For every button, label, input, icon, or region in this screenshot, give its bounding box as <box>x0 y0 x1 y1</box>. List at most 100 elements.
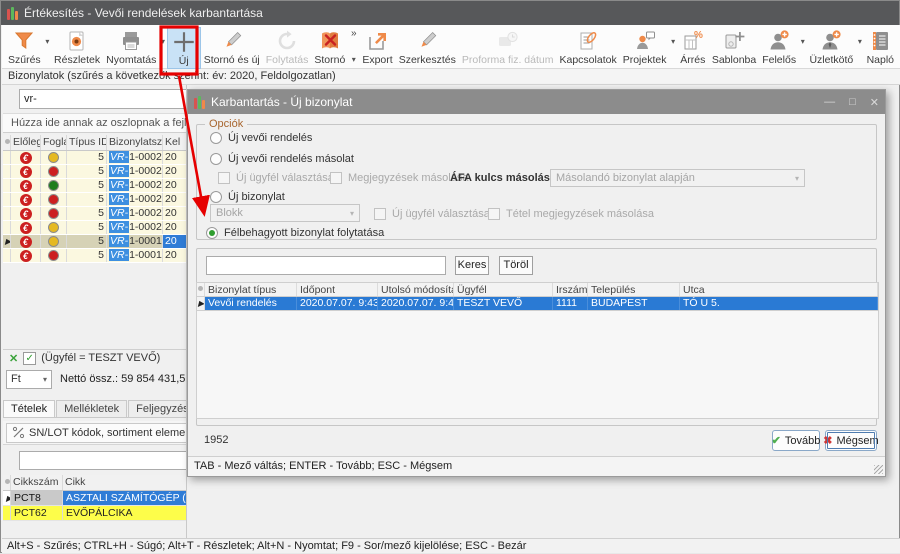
toolbar-button-projektek[interactable]: Projektek <box>620 27 670 67</box>
table-row[interactable]: € 5 VR-1-000146 20 <box>3 249 187 263</box>
orders-table-header[interactable]: Előleg Foglalá Típus ID Bizonylatszám Ke… <box>3 135 187 151</box>
toolbar-button-storno-es-uj[interactable]: Stornó és új <box>201 27 263 67</box>
book-x-icon <box>317 28 343 54</box>
radio-continue-unfinished[interactable]: Félbehagyott bizonylat folytatása <box>206 226 384 240</box>
status-bar: Alt+S - Szűrés; CTRL+H - Súgó; Alt+T - R… <box>2 538 900 553</box>
toolbar-button-uzletkoto[interactable]: Üzletkötő <box>806 27 856 67</box>
doc-plus-icon <box>721 28 747 54</box>
status-dot-icon <box>48 208 59 219</box>
snlot-icon <box>12 426 25 439</box>
tab-feljegyzesek[interactable]: Feljegyzések <box>128 400 187 417</box>
close-icon[interactable]: ✕ <box>870 96 879 109</box>
chevron-down-icon[interactable]: ▾ <box>799 37 806 46</box>
snlot-button[interactable]: SN/LOT kódok, sortiment elemek <box>6 423 187 443</box>
toolbar-button-storno[interactable]: Stornó <box>311 27 348 67</box>
radio-icon <box>210 191 222 203</box>
toolbar-button-szures[interactable]: Szűrés <box>5 27 44 67</box>
checkbox-icon <box>218 172 230 184</box>
checkbox-new-client-1: Új ügyfél választása <box>218 171 334 185</box>
table-row[interactable]: € 5 VR-1-000243 20 <box>3 165 187 179</box>
filter-icon <box>11 28 37 54</box>
group-by-hint: Húzza ide annak az oszlopnak a fejlécét,… <box>3 113 187 133</box>
toolbar-button-proforma: Proforma fiz. dátum <box>459 27 557 67</box>
chevron-down-icon[interactable]: ▾ <box>856 37 863 46</box>
currency-select[interactable]: Ft ▾ <box>6 370 52 389</box>
table-row[interactable]: € 5 VR-1-000213 20 <box>3 207 187 221</box>
radio-new-order[interactable]: Új vevői rendelés <box>210 131 312 145</box>
tab-tetelek[interactable]: Tételek <box>3 400 55 417</box>
toolbar-button-uj[interactable]: Új <box>167 27 201 69</box>
refresh-icon <box>274 28 300 54</box>
filter-enabled-checkbox[interactable]: ✓ <box>23 352 36 365</box>
app-logo-icon <box>194 96 205 109</box>
chevron-down-icon[interactable]: ▾ <box>669 37 676 46</box>
status-dot-icon <box>48 236 59 247</box>
prepayment-euro-icon: € <box>20 236 32 248</box>
cancel-button[interactable]: ✖ Mégsem <box>825 430 877 451</box>
chevron-down-icon[interactable]: ▾ <box>159 37 166 46</box>
unfinished-table-header[interactable]: Bizonylat típus Időpont Utolsó módosítás… <box>196 282 879 297</box>
maximize-icon[interactable]: □ <box>849 96 856 108</box>
items-filter-input[interactable] <box>19 451 187 470</box>
orders-table: Előleg Foglalá Típus ID Bizonylatszám Ke… <box>3 135 187 263</box>
items-table-header[interactable]: Cikkszám Cikk <box>3 475 187 491</box>
check-icon: ✔ <box>772 434 781 447</box>
options-group-label: Opciók <box>205 118 247 130</box>
resize-grip[interactable] <box>874 465 883 474</box>
clear-button[interactable]: Töröl <box>499 256 533 275</box>
table-row[interactable]: € 5 VR-1-000271 20 <box>3 151 187 165</box>
net-total-text: Nettó össz.: 59 854 431,51 Ft; Áfa <box>60 373 187 385</box>
radio-new-doc[interactable]: Új bizonylat <box>210 190 285 204</box>
prepayment-euro-icon: € <box>20 180 32 192</box>
vat-copy-select: Másolandó bizonylat alapján ▾ <box>550 169 805 187</box>
svg-text:%: % <box>694 30 703 41</box>
toolbar-button-sablonba[interactable]: Sablonba <box>709 27 759 67</box>
next-button[interactable]: ✔ Tovább <box>772 430 820 451</box>
prepayment-euro-icon: € <box>20 166 32 178</box>
table-row[interactable]: € 5 VR-1-000242 20 <box>3 179 187 193</box>
prepayment-euro-icon: € <box>20 208 32 220</box>
items-toolbar: SN/LOT kódok, sortiment elemek F <box>3 421 187 445</box>
toolbar-button-nyomtatas[interactable]: Nyomtatás <box>103 27 159 67</box>
new-document-dialog: Karbantartás - Új bizonylat — □ ✕ Opciók… <box>187 89 886 477</box>
toolbar-button-kapcsolatok[interactable]: Kapcsolatok <box>557 27 620 67</box>
window-title: Értékesítés - Vevői rendelések karbantar… <box>24 6 263 20</box>
table-row[interactable]: € 5 VR-1-000214 20 <box>3 193 187 207</box>
filter-footer: ✕ ✓ (Ügyfél = TESZT VEVŐ) <box>3 349 187 366</box>
table-row[interactable]: PCT62 EVŐPÁLCIKA <box>3 506 187 521</box>
tab-mellekletek[interactable]: Mellékletek <box>56 400 127 417</box>
search-button[interactable]: Keres <box>455 256 489 275</box>
radio-selected-icon <box>206 227 218 239</box>
table-row-selected[interactable]: ▶ € 5 VR-1-000182 20 <box>3 235 187 249</box>
table-row[interactable]: € 5 VR-1-000211 20 <box>3 221 187 235</box>
toolbar-button-naplo[interactable]: Napló <box>864 27 897 67</box>
toolbar-overflow[interactable]: » ▾ <box>348 29 359 64</box>
toolbar-button-felelos[interactable]: Felelős <box>759 27 799 67</box>
table-row-selected[interactable]: ▶ Vevői rendelés 2020.07.07. 9:43:09 202… <box>196 297 879 311</box>
checkbox-copy-notes: Megjegyzések másolása <box>330 171 468 185</box>
row-indicator-icon <box>5 479 10 484</box>
minimize-icon[interactable]: — <box>824 96 835 108</box>
chevron-down-icon: ▾ <box>350 209 354 218</box>
dialog-search-input[interactable] <box>206 256 446 275</box>
chevron-down-icon[interactable]: ▾ <box>44 37 51 46</box>
current-row-arrow-icon: ▶ <box>198 299 204 308</box>
chevron-down-icon: ▾ <box>795 174 799 183</box>
document-filter-input[interactable] <box>19 89 187 109</box>
toolbar-button-szerkesztes[interactable]: Szerkesztés <box>396 27 459 67</box>
filter-header: Bizonylatok (szűrés a következők szerint… <box>2 69 900 85</box>
clear-filter-icon[interactable]: ✕ <box>9 352 18 365</box>
table-row-selected[interactable]: ▶ PCT8 ASZTALI SZÁMÍTÓGÉP (GY <box>3 491 187 506</box>
checkbox-copy-item-notes: Tétel megjegyzések másolása <box>488 207 654 221</box>
toolbar-button-arres[interactable]: % Árrés <box>677 27 709 67</box>
status-dot-icon <box>48 222 59 233</box>
toolbar-button-export[interactable]: Export <box>359 27 395 67</box>
prepayment-euro-icon: € <box>20 194 32 206</box>
radio-new-order-copy[interactable]: Új vevői rendelés másolat <box>210 152 354 166</box>
status-dot-icon <box>48 166 59 177</box>
toolbar: Szűrés ▾ Részletek Nyomtatás ▾ Új <box>2 25 900 69</box>
toolbar-button-reszletek[interactable]: Részletek <box>51 27 103 67</box>
dialog-titlebar[interactable]: Karbantartás - Új bizonylat <box>188 90 885 114</box>
export-arrow-icon <box>365 28 391 54</box>
prepayment-euro-icon: € <box>20 152 32 164</box>
